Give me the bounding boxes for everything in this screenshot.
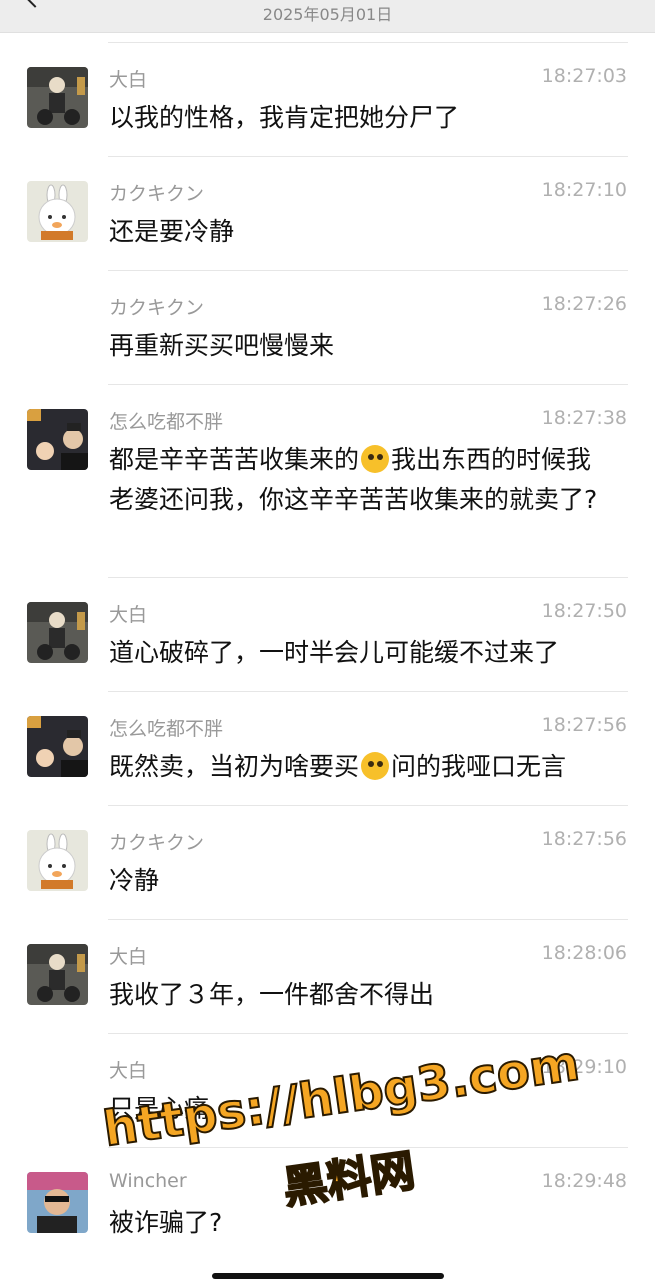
message-text: 以我的性格，我肯定把她分尸了 bbox=[109, 98, 615, 138]
avatar[interactable] bbox=[27, 830, 88, 891]
divider bbox=[108, 270, 628, 271]
message-text: 冷静 bbox=[109, 861, 615, 901]
divider bbox=[108, 42, 628, 43]
sender-name: 大白 bbox=[109, 604, 148, 626]
message-row[interactable]: 怎么吃都不胖 18:27:38 都是辛辛苦苦收集来的 我出东西的时候我老婆还问我，你这… bbox=[0, 384, 655, 577]
divider bbox=[108, 1033, 628, 1034]
divider bbox=[108, 384, 628, 385]
message-time: 18:27:10 bbox=[541, 179, 627, 201]
message-row[interactable]: カクキクン 18:27:10 还是要冷静 bbox=[0, 156, 655, 270]
avatar[interactable] bbox=[27, 67, 88, 128]
message-text-segment: 还是要冷静 bbox=[109, 217, 235, 246]
message-row[interactable]: Wincher 18:29:48 被诈骗了? bbox=[0, 1147, 655, 1261]
message-row[interactable]: カクキクン 18:27:56 冷静 bbox=[0, 805, 655, 919]
top-bar: 2025年05月01日 bbox=[0, 0, 655, 33]
message-list: 大白 18:27:03 以我的性格，我肯定把她分尸了カクキクン 18:27:10 还是要… bbox=[0, 42, 655, 1261]
message-text: 再重新买买吧慢慢来 bbox=[109, 326, 615, 366]
sender-name: 大白 bbox=[109, 946, 148, 968]
message-time: 18:27:56 bbox=[541, 828, 627, 850]
sender-name: Wincher bbox=[109, 1170, 187, 1192]
message-text-segment: 问的我哑口无言 bbox=[391, 752, 567, 781]
message-time: 18:27:56 bbox=[541, 714, 627, 736]
message-text-segment: 我收了３年，一件都舍不得出 bbox=[109, 980, 435, 1009]
message-text: 都是辛辛苦苦收集来的 我出东西的时候我老婆还问我，你这辛辛苦苦收集来的就卖了? bbox=[109, 440, 615, 520]
message-text-segment: 被诈骗了? bbox=[109, 1208, 223, 1237]
sender-name: 怎么吃都不胖 bbox=[109, 718, 224, 740]
avatar[interactable] bbox=[27, 716, 88, 777]
sender-name: カクキクン bbox=[109, 297, 205, 319]
message-row[interactable]: カクキクン 18:27:26 再重新买买吧慢慢来 bbox=[0, 270, 655, 384]
crying-emoji bbox=[361, 752, 390, 780]
message-time: 18:29:48 bbox=[541, 1170, 627, 1192]
divider bbox=[108, 1147, 628, 1148]
message-text-segment: 冷静 bbox=[109, 866, 160, 895]
message-text: 被诈骗了? bbox=[109, 1203, 615, 1243]
message-text-segment: 都是辛辛苦苦收集来的 bbox=[109, 445, 360, 474]
sender-name: 大白 bbox=[109, 69, 148, 91]
message-row[interactable]: 大白 18:27:03 以我的性格，我肯定把她分尸了 bbox=[0, 42, 655, 156]
message-row[interactable]: 大白 18:28:06 我收了３年，一件都舍不得出 bbox=[0, 919, 655, 1033]
divider bbox=[108, 577, 628, 578]
message-time: 18:28:06 bbox=[541, 942, 627, 964]
sender-name: カクキクン bbox=[109, 183, 205, 205]
message-text: 只是心痛 bbox=[109, 1089, 615, 1129]
divider bbox=[108, 691, 628, 692]
sender-name: 大白 bbox=[109, 1060, 148, 1082]
home-indicator[interactable] bbox=[212, 1273, 444, 1279]
sender-name: カクキクン bbox=[109, 832, 205, 854]
message-row[interactable]: 大白 18:27:50 道心破碎了，一时半会儿可能缓不过来了 bbox=[0, 577, 655, 691]
message-text-segment: 再重新买买吧慢慢来 bbox=[109, 331, 335, 360]
message-text: 还是要冷静 bbox=[109, 212, 615, 252]
message-row[interactable]: 大白 18:29:10 只是心痛 bbox=[0, 1033, 655, 1147]
avatar[interactable] bbox=[27, 181, 88, 242]
message-text-segment: 既然卖，当初为啥要买 bbox=[109, 752, 360, 781]
message-text-segment: 只是心痛 bbox=[109, 1094, 210, 1123]
message-time: 18:27:26 bbox=[541, 293, 627, 315]
avatar[interactable] bbox=[27, 602, 88, 663]
avatar[interactable] bbox=[27, 409, 88, 470]
date-label: 2025年05月01日 bbox=[262, 5, 393, 24]
message-row[interactable]: 怎么吃都不胖 18:27:56 既然卖，当初为啥要买 问的我哑口无言 bbox=[0, 691, 655, 805]
divider bbox=[108, 805, 628, 806]
divider bbox=[108, 156, 628, 157]
divider bbox=[108, 919, 628, 920]
message-text-segment: 道心破碎了，一时半会儿可能缓不过来了 bbox=[109, 638, 560, 667]
message-text: 既然卖，当初为啥要买 问的我哑口无言 bbox=[109, 747, 615, 787]
message-time: 18:27:38 bbox=[541, 407, 627, 429]
message-text-segment: 以我的性格，我肯定把她分尸了 bbox=[109, 103, 460, 132]
message-time: 18:27:50 bbox=[541, 600, 627, 622]
message-text: 道心破碎了，一时半会儿可能缓不过来了 bbox=[109, 633, 615, 673]
sender-name: 怎么吃都不胖 bbox=[109, 411, 224, 433]
money-face-emoji bbox=[361, 445, 390, 473]
message-time: 18:27:03 bbox=[541, 65, 627, 87]
avatar[interactable] bbox=[27, 944, 88, 1005]
message-text: 我收了３年，一件都舍不得出 bbox=[109, 975, 615, 1015]
avatar[interactable] bbox=[27, 1172, 88, 1233]
message-time: 18:29:10 bbox=[541, 1056, 627, 1078]
